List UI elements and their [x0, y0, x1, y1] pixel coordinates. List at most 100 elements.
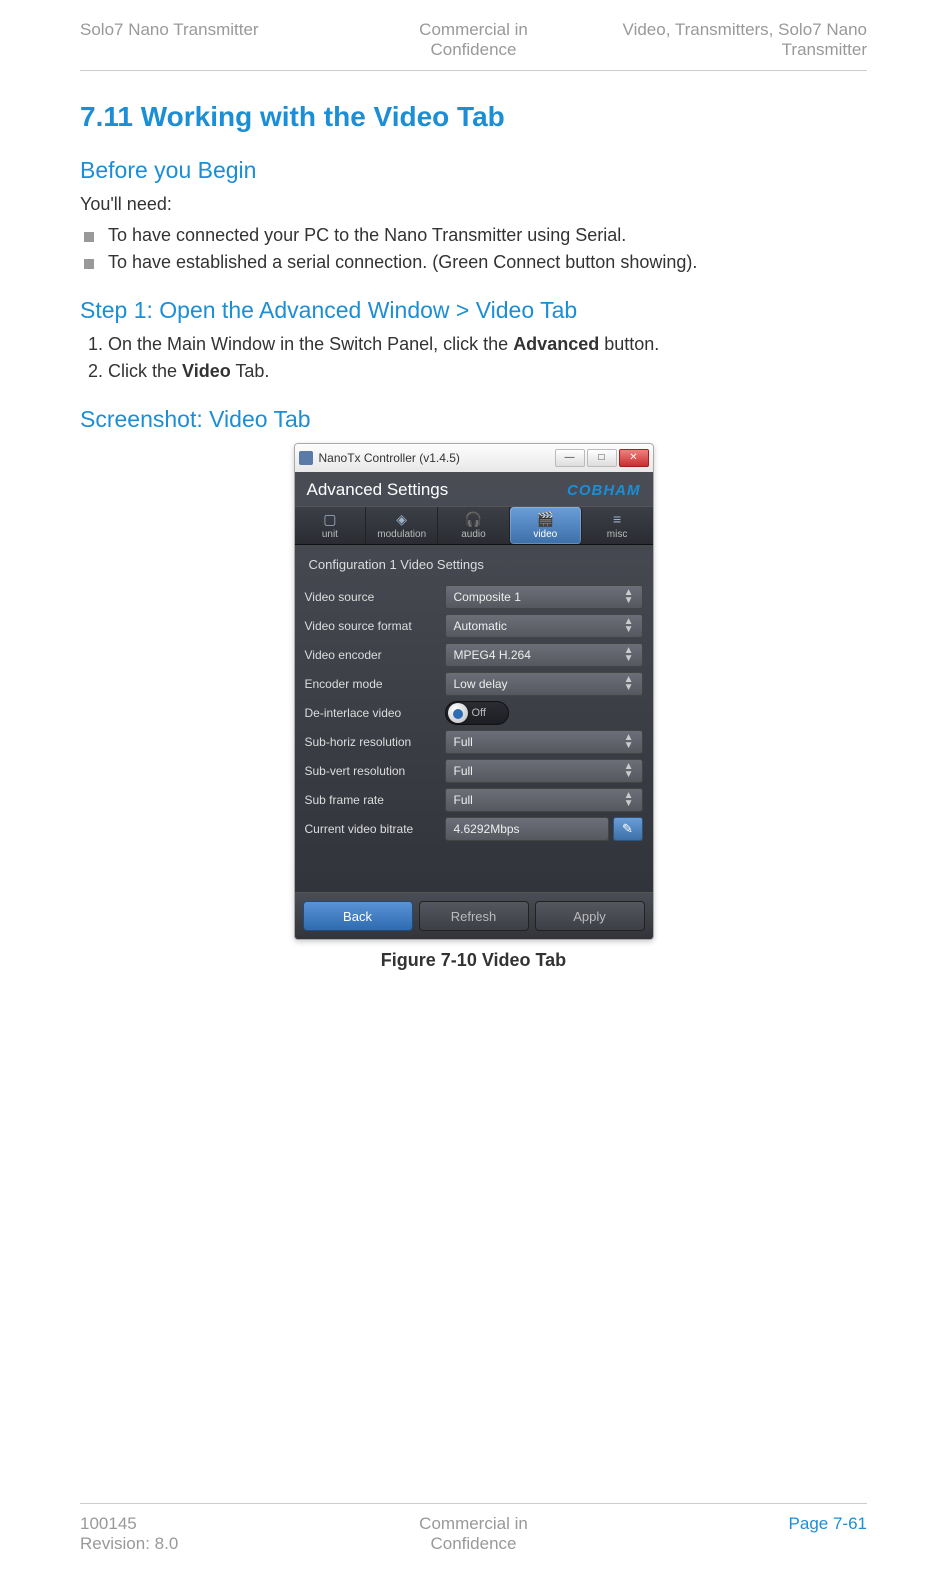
panel-title: Configuration 1 Video Settings [295, 545, 653, 580]
footer-mid: Commercial in Confidence [342, 1514, 604, 1554]
footer-right: Page 7-61 [605, 1514, 867, 1554]
misc-icon: ≡ [607, 511, 627, 527]
close-icon: ✕ [629, 453, 637, 463]
app-screenshot: NanoTx Controller (v1.4.5) — □ ✕ Advance… [80, 443, 867, 940]
sub-vert-select[interactable]: Full ▲▼ [445, 759, 643, 783]
bitrate-value: 4.6292Mbps [454, 822, 520, 836]
video-encoder-select[interactable]: MPEG4 H.264 ▲▼ [445, 643, 643, 667]
minimize-icon: — [565, 453, 575, 463]
btn-label: Back [343, 909, 372, 924]
tab-misc[interactable]: ≡ misc [582, 507, 653, 544]
tab-label: misc [607, 529, 628, 540]
maximize-button[interactable]: □ [587, 449, 617, 467]
section-number: 7.11 [80, 101, 133, 132]
list-item: Click the Video Tab. [108, 361, 867, 382]
footer-left-2: Revision: 8.0 [80, 1534, 178, 1553]
select-value: MPEG4 H.264 [454, 648, 531, 662]
label: Sub-vert resolution [305, 764, 445, 778]
tab-label: modulation [377, 529, 426, 540]
footer-left-1: 100145 [80, 1514, 137, 1533]
select-value: Full [454, 735, 473, 749]
tab-bar: ▢ unit ◈ modulation 🎧 audio 🎬 video ≡ [295, 506, 653, 545]
list-item: To have connected your PC to the Nano Tr… [80, 225, 867, 246]
header-right: Video, Transmitters, Solo7 Nano Transmit… [605, 20, 867, 60]
edit-bitrate-button[interactable]: ✎ [613, 817, 643, 841]
footer-mid-2: Confidence [430, 1534, 516, 1553]
video-source-select[interactable]: Composite 1 ▲▼ [445, 585, 643, 609]
header-right-2: Transmitter [782, 40, 867, 59]
text: On the Main Window in the Switch Panel, … [108, 334, 513, 354]
btn-label: Refresh [451, 909, 497, 924]
updown-icon: ▲▼ [624, 647, 634, 663]
tab-label: video [533, 529, 557, 540]
label: Video encoder [305, 648, 445, 662]
tab-video[interactable]: 🎬 video [510, 507, 582, 544]
close-button[interactable]: ✕ [619, 449, 649, 467]
btn-label: Apply [573, 909, 606, 924]
text: Tab. [231, 361, 270, 381]
sub-frame-select[interactable]: Full ▲▼ [445, 788, 643, 812]
header-mid: Commercial in Confidence [342, 20, 604, 60]
updown-icon: ▲▼ [624, 792, 634, 808]
toggle-knob-dot [453, 709, 463, 719]
footer-mid-1: Commercial in [419, 1514, 528, 1533]
app-icon [299, 451, 313, 465]
video-icon: 🎬 [535, 511, 555, 527]
select-value: Composite 1 [454, 590, 521, 604]
row-deinterlace: De-interlace video Off [305, 701, 643, 725]
row-encoder-mode: Encoder mode Low delay ▲▼ [305, 672, 643, 696]
minimize-button[interactable]: — [555, 449, 585, 467]
row-video-source: Video source Composite 1 ▲▼ [305, 585, 643, 609]
tab-audio[interactable]: 🎧 audio [438, 507, 510, 544]
apply-button[interactable]: Apply [535, 901, 645, 931]
select-value: Automatic [454, 619, 507, 633]
row-bitrate: Current video bitrate 4.6292Mbps ✎ [305, 817, 643, 841]
label: Current video bitrate [305, 822, 445, 836]
step1-list: On the Main Window in the Switch Panel, … [80, 334, 867, 382]
list-item: On the Main Window in the Switch Panel, … [108, 334, 867, 355]
brand-logo: COBHAM [567, 482, 641, 499]
audio-icon: 🎧 [463, 511, 483, 527]
tab-modulation[interactable]: ◈ modulation [366, 507, 438, 544]
refresh-button[interactable]: Refresh [419, 901, 529, 931]
step1-heading: Step 1: Open the Advanced Window > Video… [80, 297, 867, 324]
figure-caption: Figure 7-10 Video Tab [80, 950, 867, 971]
select-value: Low delay [454, 677, 508, 691]
deinterlace-toggle[interactable]: Off [445, 701, 509, 725]
modulation-icon: ◈ [392, 511, 412, 527]
window-title: NanoTx Controller (v1.4.5) [319, 451, 553, 465]
section-title: 7.11 Working with the Video Tab [80, 101, 867, 133]
video-source-format-select[interactable]: Automatic ▲▼ [445, 614, 643, 638]
row-sub-frame: Sub frame rate Full ▲▼ [305, 788, 643, 812]
bold: Advanced [513, 334, 599, 354]
header-right-1: Video, Transmitters, Solo7 Nano [623, 20, 867, 39]
sub-horiz-select[interactable]: Full ▲▼ [445, 730, 643, 754]
text: Click the [108, 361, 182, 381]
back-button[interactable]: Back [303, 901, 413, 931]
before-list: To have connected your PC to the Nano Tr… [80, 225, 867, 273]
header-left: Solo7 Nano Transmitter [80, 20, 342, 60]
toggle-state: Off [472, 707, 486, 719]
row-video-encoder: Video encoder MPEG4 H.264 ▲▼ [305, 643, 643, 667]
updown-icon: ▲▼ [624, 734, 634, 750]
before-heading: Before you Begin [80, 157, 867, 184]
encoder-mode-select[interactable]: Low delay ▲▼ [445, 672, 643, 696]
unit-icon: ▢ [320, 511, 340, 527]
section-heading: Working with the Video Tab [141, 101, 505, 132]
app-body: Advanced Settings COBHAM ▢ unit ◈ modula… [295, 472, 653, 939]
app-header: Advanced Settings COBHAM [295, 472, 653, 506]
row-sub-vert: Sub-vert resolution Full ▲▼ [305, 759, 643, 783]
text: button. [599, 334, 659, 354]
header-mid-2: Confidence [430, 40, 516, 59]
select-value: Full [454, 764, 473, 778]
updown-icon: ▲▼ [624, 676, 634, 692]
row-video-source-format: Video source format Automatic ▲▼ [305, 614, 643, 638]
tab-unit[interactable]: ▢ unit [295, 507, 367, 544]
app-window: NanoTx Controller (v1.4.5) — □ ✕ Advance… [294, 443, 654, 940]
label: De-interlace video [305, 706, 445, 720]
label: Video source format [305, 619, 445, 633]
bitrate-readout: 4.6292Mbps [445, 817, 609, 841]
bold: Video [182, 361, 231, 381]
screenshot-heading: Screenshot: Video Tab [80, 406, 867, 433]
tab-label: audio [461, 529, 485, 540]
